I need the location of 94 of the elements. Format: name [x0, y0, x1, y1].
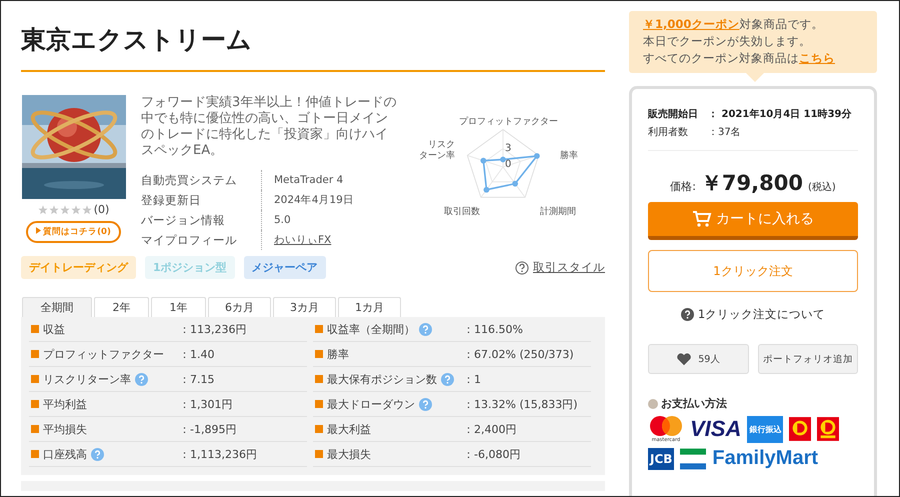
radar-axis-label: リスク	[428, 140, 455, 150]
period-tab[interactable]: 3カ月	[273, 297, 336, 317]
spec-label: 自動売買システム	[141, 172, 238, 188]
stat-value: ：113,236円	[179, 322, 246, 336]
meta-label: 利用者数	[648, 126, 689, 139]
radar-axis-label: 勝率	[560, 151, 578, 162]
flag-icon	[680, 448, 706, 470]
radar-tick: 3	[505, 143, 512, 154]
help-icon[interactable]	[419, 398, 432, 410]
bullet-icon	[31, 425, 39, 433]
tax-note: (税込)	[808, 180, 836, 194]
product-description: フォワード実績3年半以上！仲値トレードの中でも特に優位性の高い、ゴトー日メインのトレードに特化した「投資家」向けハイスペックEA。	[141, 95, 398, 159]
bullet-icon	[315, 400, 323, 408]
stat-value: ：116.50%	[463, 322, 523, 336]
one-click-help-link[interactable]: 1クリック注文について	[698, 307, 826, 322]
help-icon[interactable]	[135, 372, 148, 386]
spec-value: 2024年4月19日	[261, 190, 354, 210]
bullet-icon	[648, 398, 658, 408]
coupon-text: 対象商品です。	[739, 17, 824, 31]
convenience-store-logo	[789, 415, 812, 443]
stat-value: ：13.32% (15,833円)	[463, 396, 578, 412]
profile-link[interactable]: わいりぃFX	[261, 230, 332, 250]
bullet-icon	[31, 325, 39, 333]
stat-value: ：1	[463, 372, 481, 386]
stat-label: 勝率	[327, 346, 349, 362]
visa-logo: VISA	[690, 416, 742, 442]
bullet-icon	[31, 350, 39, 358]
stat-label: 収益	[43, 322, 65, 336]
coupon-text: 本日でクーポンが失効します。	[643, 34, 811, 48]
period-tab[interactable]: 全期間	[22, 297, 92, 317]
spec-label: 登録更新日	[141, 192, 202, 208]
stat-label: 最大保有ポジション数	[327, 372, 437, 386]
stat-label: 最大ドローダウン	[327, 396, 415, 412]
portfolio-button[interactable]: ポートフォリオ追加	[758, 344, 858, 374]
help-icon[interactable]	[419, 322, 432, 336]
radar-axis-label: 計測期間	[540, 207, 576, 218]
heart-icon	[676, 352, 692, 366]
stat-label: プロフィットファクター	[43, 346, 164, 362]
radar-axis-label: ターン率	[419, 151, 455, 162]
cart-icon	[692, 210, 712, 228]
price-value: ￥79,800	[700, 170, 803, 197]
stat-label: 収益率（全期間）	[327, 322, 415, 336]
stat-value: ：-1,895円	[179, 422, 236, 436]
stat-value: ：1.40	[179, 346, 214, 362]
bullet-icon	[31, 450, 39, 458]
bullet-icon	[315, 375, 323, 383]
rating-count: (0)	[94, 203, 110, 216]
bank-transfer-logo: 銀行振込	[747, 416, 784, 442]
stat-label: リスクリターン率	[43, 372, 131, 386]
familymart-logo: FamilyMart	[712, 447, 818, 470]
bullet-icon	[315, 350, 323, 358]
stat-label: 最大利益	[327, 422, 371, 436]
page-title: 東京エクストリーム	[21, 1, 605, 72]
price-label: 価格:	[670, 179, 696, 194]
meta-value: ： 2021年10月4日 11時39分	[708, 108, 853, 121]
stat-value: ：1,301円	[179, 396, 232, 412]
jcb-logo: JCB	[648, 448, 674, 470]
spec-value: 5.0	[261, 210, 291, 230]
spec-label: バージョン情報	[141, 212, 226, 228]
stat-value: ：-6,080円	[463, 446, 520, 462]
stat-label: 最大損失	[327, 446, 371, 462]
help-icon	[680, 308, 694, 321]
favorite-button[interactable]: 59人	[648, 344, 748, 374]
radar-axis-label: 取引回数	[444, 207, 480, 218]
radar-tick: 0	[505, 159, 512, 170]
payment-heading: お支払い方法	[661, 396, 727, 411]
meta-value: ：37名	[708, 126, 742, 139]
period-tab[interactable]: 2年	[94, 297, 149, 317]
convenience-store-logo	[817, 415, 840, 443]
stat-value: ：7.15	[179, 372, 214, 386]
stat-label: 平均損失	[43, 422, 87, 436]
period-tab[interactable]: 1カ月	[338, 297, 401, 317]
trade-style-link[interactable]: 取引スタイル	[533, 260, 605, 275]
bullet-icon	[31, 400, 39, 408]
stat-value: ：67.02% (250/373)	[463, 346, 574, 362]
stat-label: 平均利益	[43, 396, 87, 412]
spec-value: MetaTrader 4	[261, 170, 344, 190]
help-icon	[515, 260, 529, 274]
caret-icon	[36, 227, 42, 234]
radar-axis-label: プロフィットファクター	[459, 117, 558, 128]
meta-label: 販売開始日	[648, 108, 699, 121]
help-icon[interactable]	[91, 448, 104, 460]
help-icon[interactable]	[441, 372, 454, 386]
stat-value: ：1,113,236円	[179, 446, 257, 462]
spec-label: マイプロフィール	[141, 232, 238, 248]
bullet-icon	[315, 425, 323, 433]
stat-label: 口座残高	[43, 446, 87, 462]
stat-value: ：2,400円	[463, 422, 516, 436]
period-tab[interactable]: 1年	[151, 297, 206, 317]
period-tab[interactable]: 6カ月	[208, 297, 271, 317]
coupon-text: すべてのクーポン対象商品は	[643, 51, 799, 65]
bullet-icon	[31, 375, 39, 383]
bullet-icon	[315, 325, 323, 333]
bullet-icon	[315, 450, 323, 458]
